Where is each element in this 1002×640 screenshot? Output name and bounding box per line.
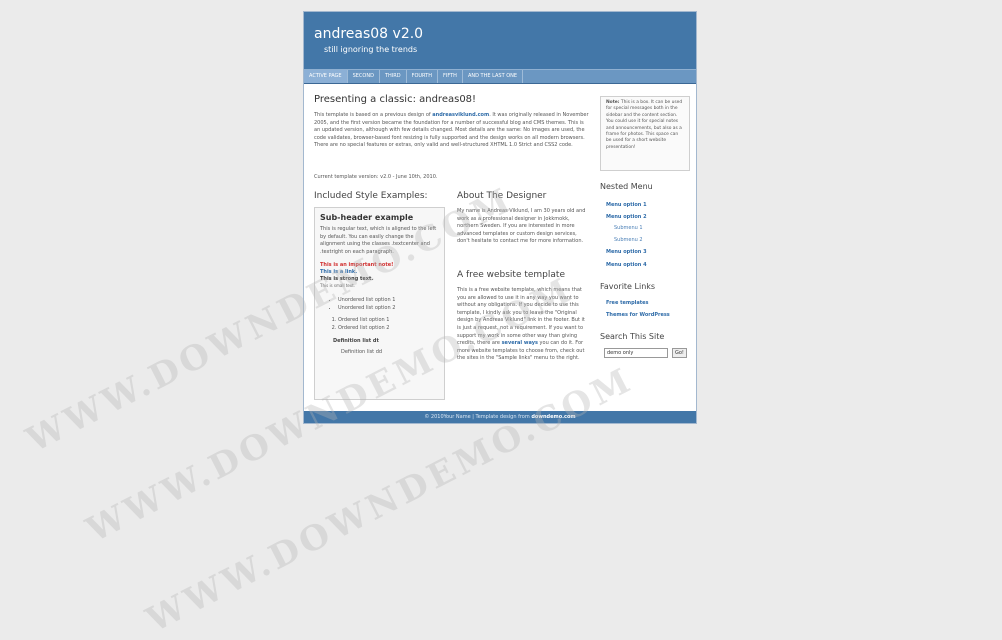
note-label: Note: (606, 100, 620, 105)
nested-menu-option-4[interactable]: Menu option 4 (606, 259, 690, 271)
menu-item-third[interactable]: THIRD (380, 70, 407, 83)
style-examples-heading: Included Style Examples: (314, 191, 428, 201)
strong-text: This is strong text. (320, 276, 374, 283)
favorite-links: Free templates Themes for WordPress (606, 297, 690, 321)
top-menu: ACTIVE PAGE SECOND THIRD FOURTH FIFTH AN… (304, 69, 696, 84)
menu-item-last[interactable]: AND THE LAST ONE (463, 70, 524, 83)
list-item: Unordered list option 2 (338, 304, 439, 312)
unordered-list: Unordered list option 1 Unordered list o… (320, 296, 439, 312)
menu-item-second[interactable]: SECOND (348, 70, 380, 83)
note-box: Note: This is a box. It can be used for … (600, 96, 690, 171)
list-item: Ordered list option 2 (338, 324, 439, 332)
about-designer-text: My name is Andreas Viklund, I am 30 year… (457, 208, 586, 245)
search-button[interactable]: Go! (672, 348, 687, 358)
site-footer: © 2010Your Name | Template design from d… (304, 411, 696, 423)
note-text: This is a box. It can be used for specia… (606, 100, 683, 150)
ordered-list: Ordered list option 1 Ordered list optio… (320, 316, 439, 332)
regular-text-paragraph: This is regular text, which is aligned t… (320, 226, 437, 255)
search-form: Go! (604, 348, 687, 358)
version-text: Current template version: v2.0 - June 10… (314, 174, 438, 180)
small-text: This is small text. (320, 283, 356, 289)
definition-description: Definition list dd (341, 349, 383, 356)
footer-text: © 2010Your Name | Template design from (424, 414, 532, 420)
nested-menu-heading: Nested Menu (600, 182, 653, 191)
several-ways-link[interactable]: several ways (502, 340, 538, 346)
site-title[interactable]: andreas08 v2.0 (314, 26, 423, 42)
important-note: This is an important note! (320, 262, 394, 269)
free-templates-link[interactable]: Free templates (606, 297, 690, 309)
footer-brand-link[interactable]: downdemo.com (531, 414, 575, 420)
free-template-heading: A free website template (457, 270, 565, 280)
style-examples-box: Sub-header example This is regular text,… (314, 207, 445, 400)
free-text-start: This is a free website template, which m… (457, 287, 585, 347)
list-item: Unordered list option 1 (338, 296, 439, 304)
nested-menu-option-3[interactable]: Menu option 3 (606, 246, 690, 258)
intro-text-start: This template is based on a previous des… (314, 112, 433, 118)
about-designer-heading: About The Designer (457, 191, 547, 201)
search-heading: Search This Site (600, 332, 665, 341)
search-input[interactable] (604, 348, 668, 358)
wordpress-themes-link[interactable]: Themes for WordPress (606, 309, 690, 321)
nested-submenu-1[interactable]: Submenu 1 (606, 223, 690, 235)
nested-menu: Menu option 1 Menu option 2 Submenu 1 Su… (606, 199, 690, 271)
list-item: Ordered list option 1 (338, 316, 439, 324)
free-template-text: This is a free website template, which m… (457, 287, 590, 363)
nested-menu-option-2[interactable]: Menu option 2 (606, 211, 690, 223)
example-link[interactable]: This is a link. (320, 269, 439, 276)
page-title: Presenting a classic: andreas08! (314, 94, 477, 105)
definition-term: Definition list dt (333, 338, 379, 345)
site-header: andreas08 v2.0 still ignoring the trends (304, 12, 696, 69)
menu-item-fifth[interactable]: FIFTH (438, 70, 463, 83)
nested-submenu-2[interactable]: Submenu 2 (606, 235, 690, 247)
website-frame: andreas08 v2.0 still ignoring the trends… (303, 11, 697, 424)
andreasviklund-link[interactable]: andreasviklund.com (432, 112, 489, 118)
sub-header-example: Sub-header example (320, 213, 414, 222)
favorite-links-heading: Favorite Links (600, 282, 656, 291)
nested-menu-option-1[interactable]: Menu option 1 (606, 199, 690, 211)
intro-paragraph: This template is based on a previous des… (314, 112, 590, 150)
menu-item-active-page[interactable]: ACTIVE PAGE (304, 70, 348, 83)
site-slogan: still ignoring the trends (324, 45, 418, 54)
menu-item-fourth[interactable]: FOURTH (407, 70, 438, 83)
